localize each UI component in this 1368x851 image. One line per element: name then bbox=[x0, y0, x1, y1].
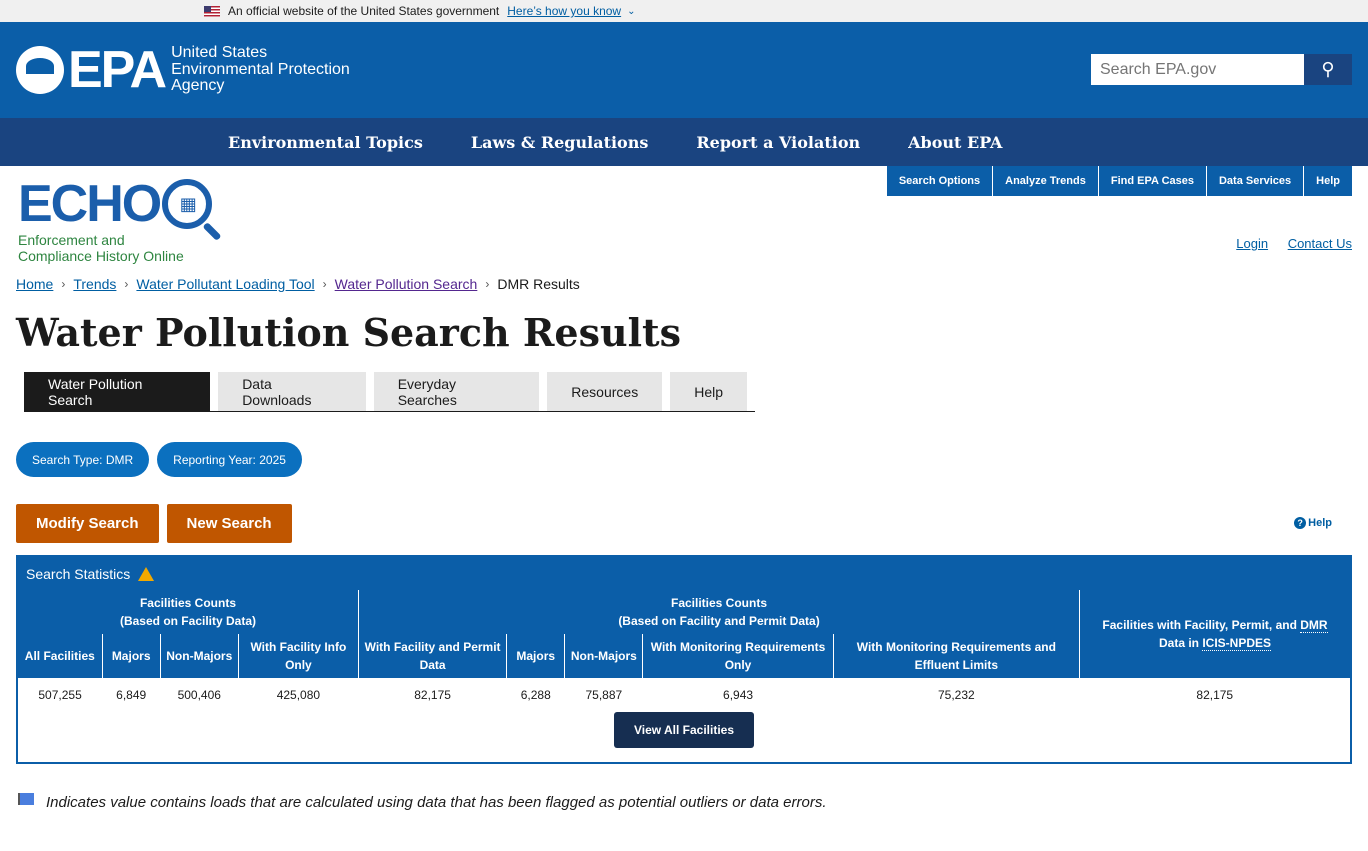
chevron-down-icon[interactable]: ⌄ bbox=[627, 6, 635, 17]
site-search: ⚲ bbox=[1091, 54, 1352, 85]
echo-sub-2: Compliance History Online bbox=[18, 248, 184, 264]
value-majors: 6,849 bbox=[116, 688, 147, 702]
magnifier-factory-icon: ▦ bbox=[162, 179, 213, 229]
col-majors: Majors bbox=[101, 634, 161, 678]
echo-header: ECHO ▦ Enforcement and Compliance History … bbox=[0, 166, 1368, 266]
echo-logo[interactable]: ECHO ▦ Enforcement and Compliance History … bbox=[18, 175, 213, 264]
contact-us-link[interactable]: Contact Us bbox=[1288, 236, 1352, 251]
value-facility-info-only: 425,080 bbox=[276, 688, 321, 702]
how-you-know-link[interactable]: Here’s how you know bbox=[507, 4, 621, 18]
col-monitoring-effluent: With Monitoring Requirements and Effluen… bbox=[832, 634, 1080, 678]
help-link-label: Help bbox=[1308, 517, 1332, 529]
tab-everyday-searches[interactable]: Everyday Searches bbox=[373, 372, 540, 411]
login-link[interactable]: Login bbox=[1236, 236, 1268, 251]
search-input[interactable] bbox=[1091, 54, 1304, 85]
value-dmr-data: 82,175 bbox=[1196, 688, 1234, 702]
col-permit-majors: Majors bbox=[506, 634, 565, 678]
breadcrumb-water-pollution-search[interactable]: Water Pollution Search bbox=[335, 276, 478, 292]
group-facility-permit-data: Facilities Counts (Based on Facility and … bbox=[357, 590, 1080, 634]
table-row: 507,255 6,849 500,406 425,080 82,175 6,2… bbox=[18, 678, 1350, 712]
stats-table: Facilities Counts (Based on Facility Data… bbox=[18, 590, 1350, 712]
echo-tab-search-options[interactable]: Search Options bbox=[886, 166, 993, 196]
page-title: Water Pollution Search Results bbox=[16, 310, 681, 355]
nav-report-violation[interactable]: Report a Violation bbox=[696, 133, 860, 152]
view-all-facilities-button[interactable]: View All Facilities bbox=[613, 712, 755, 748]
echo-sub-1: Enforcement and bbox=[18, 232, 125, 248]
nav-laws-regulations[interactable]: Laws & Regulations bbox=[471, 133, 649, 152]
group-facility-data: Facilities Counts (Based on Facility Data… bbox=[18, 590, 359, 634]
epa-logo[interactable]: EPA bbox=[68, 44, 167, 96]
echo-logo-text: ECHO bbox=[18, 175, 162, 233]
footnote-text: Indicates value contains loads that are … bbox=[46, 794, 827, 811]
echo-nav: Search Options Analyze Trends Find EPA C… bbox=[886, 166, 1352, 196]
value-permit-majors: 6,288 bbox=[520, 688, 551, 702]
breadcrumb-loading-tool[interactable]: Water Pollutant Loading Tool bbox=[136, 276, 314, 292]
value-permit-non-majors: 75,887 bbox=[585, 688, 623, 702]
gov-banner-text: An official website of the United States… bbox=[228, 4, 500, 18]
gov-banner: An official website of the United States… bbox=[0, 0, 1368, 22]
tab-water-pollution-search[interactable]: Water Pollution Search bbox=[24, 372, 211, 411]
breadcrumb-current: DMR Results bbox=[497, 276, 580, 292]
blue-flag-icon bbox=[18, 792, 34, 805]
echo-tab-help[interactable]: Help bbox=[1304, 166, 1352, 196]
nav-environmental-topics[interactable]: Environmental Topics bbox=[228, 133, 423, 152]
dmr-abbr[interactable]: DMR bbox=[1300, 618, 1328, 633]
tab-resources[interactable]: Resources bbox=[547, 372, 663, 411]
search-button[interactable]: ⚲ bbox=[1304, 54, 1352, 85]
stats-title: Search Statistics bbox=[26, 565, 131, 582]
us-flag-icon bbox=[204, 5, 220, 17]
search-statistics-panel: Search Statistics Facilities Counts (Base… bbox=[16, 555, 1352, 764]
view-all-row: View All Facilities bbox=[18, 712, 1350, 762]
col-monitoring-only: With Monitoring Requirements Only bbox=[642, 634, 834, 678]
main-nav: Environmental Topics Laws & Regulations … bbox=[0, 118, 1368, 166]
agency-line-1: United States bbox=[171, 44, 268, 62]
col-all-facilities: All Facilities bbox=[18, 634, 103, 678]
breadcrumb-trends[interactable]: Trends bbox=[73, 276, 116, 292]
warning-icon[interactable] bbox=[138, 566, 155, 581]
echo-tab-data-services[interactable]: Data Services bbox=[1206, 166, 1304, 196]
pill-reporting-year[interactable]: Reporting Year: 2025 bbox=[157, 442, 302, 477]
value-monitoring-effluent: 75,232 bbox=[938, 688, 975, 702]
echo-tab-analyze-trends[interactable]: Analyze Trends bbox=[993, 166, 1098, 196]
login-row: Login Contact Us bbox=[1220, 236, 1352, 251]
agency-line-3: Agency bbox=[171, 77, 225, 95]
tab-data-downloads[interactable]: Data Downloads bbox=[218, 372, 366, 411]
echo-tab-find-epa-cases[interactable]: Find EPA Cases bbox=[1098, 166, 1206, 196]
criteria-pills: Search Type: DMR Reporting Year: 2025 bbox=[16, 442, 1368, 477]
pill-search-type[interactable]: Search Type: DMR bbox=[16, 442, 150, 477]
modify-search-button[interactable]: Modify Search bbox=[16, 504, 159, 543]
value-all-facilities: 507,255 bbox=[38, 688, 82, 702]
value-facility-permit-data: 82,175 bbox=[414, 688, 451, 702]
stats-title-bar: Search Statistics bbox=[18, 557, 1350, 590]
group-dmr-data: Facilities with Facility, Permit, and DM… bbox=[1079, 590, 1350, 678]
epa-flower-logo-icon[interactable] bbox=[16, 46, 64, 94]
value-monitoring-only: 6,943 bbox=[723, 688, 754, 702]
breadcrumb: Home › Trends › Water Pollutant Loading To… bbox=[16, 276, 580, 292]
new-search-button[interactable]: New Search bbox=[166, 504, 292, 543]
icis-npdes-abbr[interactable]: ICIS-NPDES bbox=[1202, 636, 1272, 651]
site-header: EPA United States Environmental Protecti… bbox=[0, 22, 1368, 118]
col-facility-permit-data: With Facility and Permit Data bbox=[357, 634, 507, 678]
nav-about-epa[interactable]: About EPA bbox=[908, 133, 1002, 152]
search-icon: ⚲ bbox=[1321, 59, 1335, 79]
question-icon: ? bbox=[1294, 517, 1307, 529]
col-permit-non-majors: Non-Majors bbox=[564, 634, 643, 678]
value-non-majors: 500,406 bbox=[177, 688, 221, 702]
col-non-majors: Non-Majors bbox=[159, 634, 239, 678]
breadcrumb-home[interactable]: Home bbox=[16, 276, 53, 292]
agency-name[interactable]: United States Environmental Protection A… bbox=[171, 45, 350, 95]
action-row: Modify Search New Search ? Help bbox=[0, 504, 1368, 543]
tab-help[interactable]: Help bbox=[670, 372, 747, 411]
outlier-footnote: Indicates value contains loads that are … bbox=[0, 792, 1368, 811]
col-facility-info-only: With Facility Info Only bbox=[237, 634, 359, 678]
help-link[interactable]: ? Help bbox=[1294, 517, 1332, 529]
agency-line-2: Environmental Protection bbox=[171, 60, 350, 78]
tab-bar: Water Pollution Search Data Downloads Ev… bbox=[24, 372, 755, 412]
